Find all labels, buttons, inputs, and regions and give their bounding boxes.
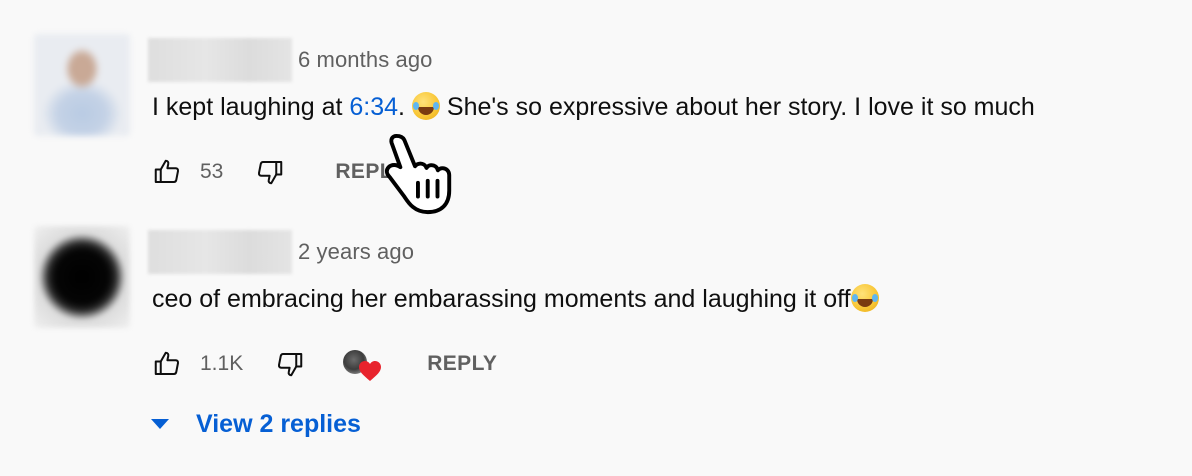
caret-down-icon: [151, 419, 169, 429]
heart-icon: [359, 361, 382, 381]
avatar[interactable]: [34, 34, 130, 136]
comment-text-part: .: [398, 93, 412, 121]
avatar[interactable]: [34, 226, 130, 328]
comment-text-part: I kept laughing at: [152, 93, 350, 121]
comment-text-part: ceo of embracing her embarassing moments…: [152, 285, 851, 313]
thumbs-down-icon: [278, 353, 303, 377]
author-name-blurred[interactable]: [148, 230, 292, 274]
tears-of-joy-emoji-icon: [850, 284, 879, 312]
like-button[interactable]: [152, 349, 182, 379]
like-count: 53: [200, 160, 224, 183]
view-replies-button[interactable]: View 2 replies: [150, 404, 361, 444]
like-button[interactable]: [152, 157, 182, 187]
reply-button[interactable]: REPLY: [427, 352, 497, 376]
dislike-button[interactable]: [255, 157, 285, 187]
comment-text: ceo of embracing her embarassing moments…: [152, 284, 879, 314]
timestamp-link[interactable]: 6:34: [349, 93, 398, 121]
hand-pointer-cursor-icon: [384, 133, 452, 215]
comment-time[interactable]: 6 months ago: [298, 47, 433, 73]
rolling-laughing-emoji-icon: [411, 92, 440, 120]
comment-text-part: She's so expressive about her story. I l…: [439, 93, 1035, 121]
creator-heart-badge: [343, 346, 383, 382]
comment-header: 2 years ago: [148, 230, 414, 274]
dislike-button[interactable]: [275, 349, 305, 379]
view-replies-label: View 2 replies: [196, 409, 361, 438]
comment-header: 6 months ago: [148, 38, 433, 82]
comment-actions: 1.1K REPLY: [152, 346, 497, 382]
comment-actions: 53 REPLY: [152, 154, 405, 190]
comment-text: I kept laughing at 6:34. She's so expres…: [152, 92, 1035, 122]
thumbs-down-icon: [258, 161, 283, 185]
comments-section: 6 months ago I kept laughing at 6:34. Sh…: [0, 0, 1192, 476]
like-count: 1.1K: [200, 352, 244, 375]
author-name-blurred[interactable]: [148, 38, 292, 82]
comment-time[interactable]: 2 years ago: [298, 239, 414, 265]
thumbs-up-icon: [154, 159, 180, 183]
thumbs-up-icon: [154, 351, 180, 375]
